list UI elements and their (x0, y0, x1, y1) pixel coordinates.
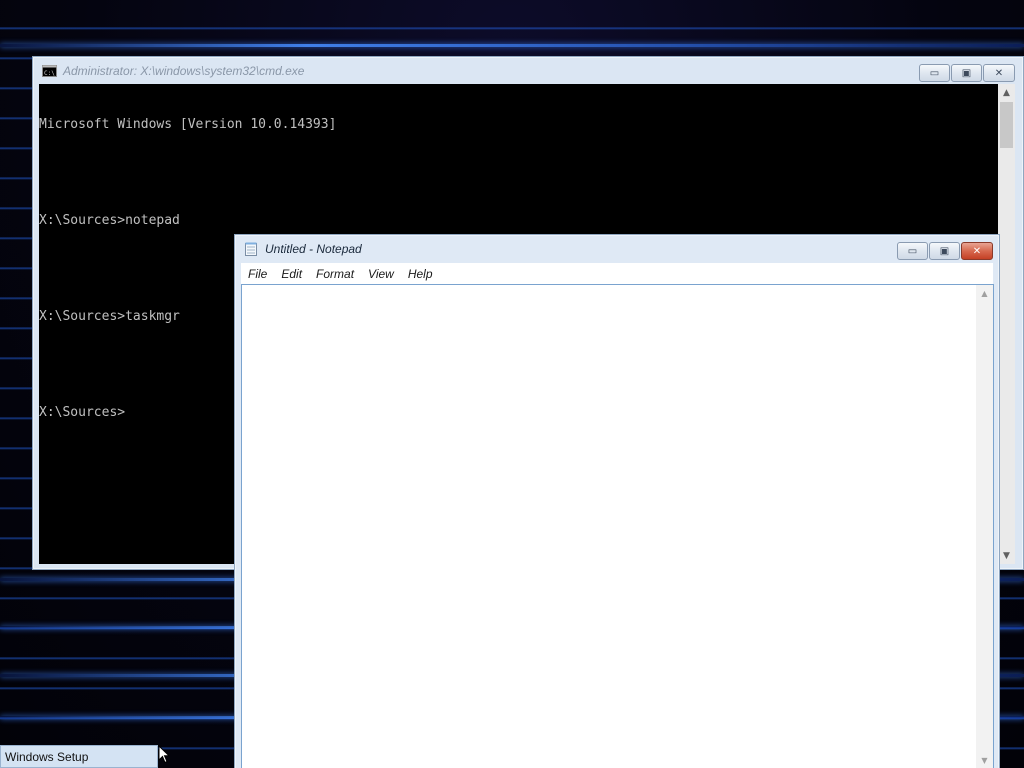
console-line: X:\Sources>notepad (39, 213, 180, 228)
minimize-icon: ▭ (907, 245, 918, 257)
menu-format[interactable]: Format (309, 267, 361, 281)
text-editor[interactable]: ▲ ▼ (241, 284, 994, 768)
scroll-down-icon[interactable]: ▼ (998, 547, 1015, 564)
console-line: Microsoft Windows [Version 10.0.14393] (39, 117, 337, 132)
cmd-vertical-scrollbar[interactable]: ▲ ▼ (998, 84, 1015, 564)
cmd-caption-buttons: ▭ ▣ ✕ (919, 64, 1015, 82)
minimize-icon: ▭ (929, 67, 940, 79)
menu-file[interactable]: File (241, 267, 274, 281)
close-icon: ✕ (972, 245, 982, 257)
notepad-vertical-scrollbar[interactable]: ▲ ▼ (976, 285, 993, 768)
maximize-icon: ▣ (939, 245, 950, 257)
minimize-button[interactable]: ▭ (919, 64, 950, 82)
menu-help[interactable]: Help (401, 267, 440, 281)
cmd-title: Administrator: X:\windows\system32\cmd.e… (63, 64, 305, 78)
close-button[interactable]: ✕ (983, 64, 1015, 82)
svg-text:C:\: C:\ (44, 70, 55, 77)
menu-view[interactable]: View (361, 267, 401, 281)
notepad-icon (243, 242, 259, 256)
maximize-icon: ▣ (961, 67, 972, 79)
scroll-up-icon[interactable]: ▲ (976, 285, 993, 302)
background-light-streak (0, 44, 1024, 47)
scroll-up-icon[interactable]: ▲ (998, 84, 1015, 101)
mouse-pointer-icon (158, 745, 170, 764)
maximize-button[interactable]: ▣ (929, 242, 960, 260)
menu-edit[interactable]: Edit (274, 267, 309, 281)
taskbar-windows-setup[interactable]: Windows Setup (0, 745, 158, 768)
menu-bar: File Edit Format View Help (241, 263, 993, 284)
minimize-button[interactable]: ▭ (897, 242, 928, 260)
scroll-down-icon[interactable]: ▼ (976, 752, 993, 768)
maximize-button[interactable]: ▣ (951, 64, 982, 82)
scrollbar-thumb[interactable] (1000, 102, 1013, 148)
cmd-titlebar[interactable]: C:\ Administrator: X:\windows\system32\c… (33, 57, 1023, 85)
close-icon: ✕ (994, 67, 1004, 79)
editor-textarea[interactable] (242, 285, 977, 768)
notepad-title: Untitled - Notepad (265, 242, 362, 256)
notepad-caption-buttons: ▭ ▣ ✕ (897, 242, 993, 260)
taskbar-tab-label: Windows Setup (5, 749, 89, 764)
notepad-titlebar[interactable]: Untitled - Notepad ▭ ▣ ✕ (235, 235, 999, 263)
notepad-window[interactable]: Untitled - Notepad ▭ ▣ ✕ File Edit Forma… (234, 234, 1000, 768)
console-icon: C:\ (41, 64, 57, 78)
close-button[interactable]: ✕ (961, 242, 993, 260)
